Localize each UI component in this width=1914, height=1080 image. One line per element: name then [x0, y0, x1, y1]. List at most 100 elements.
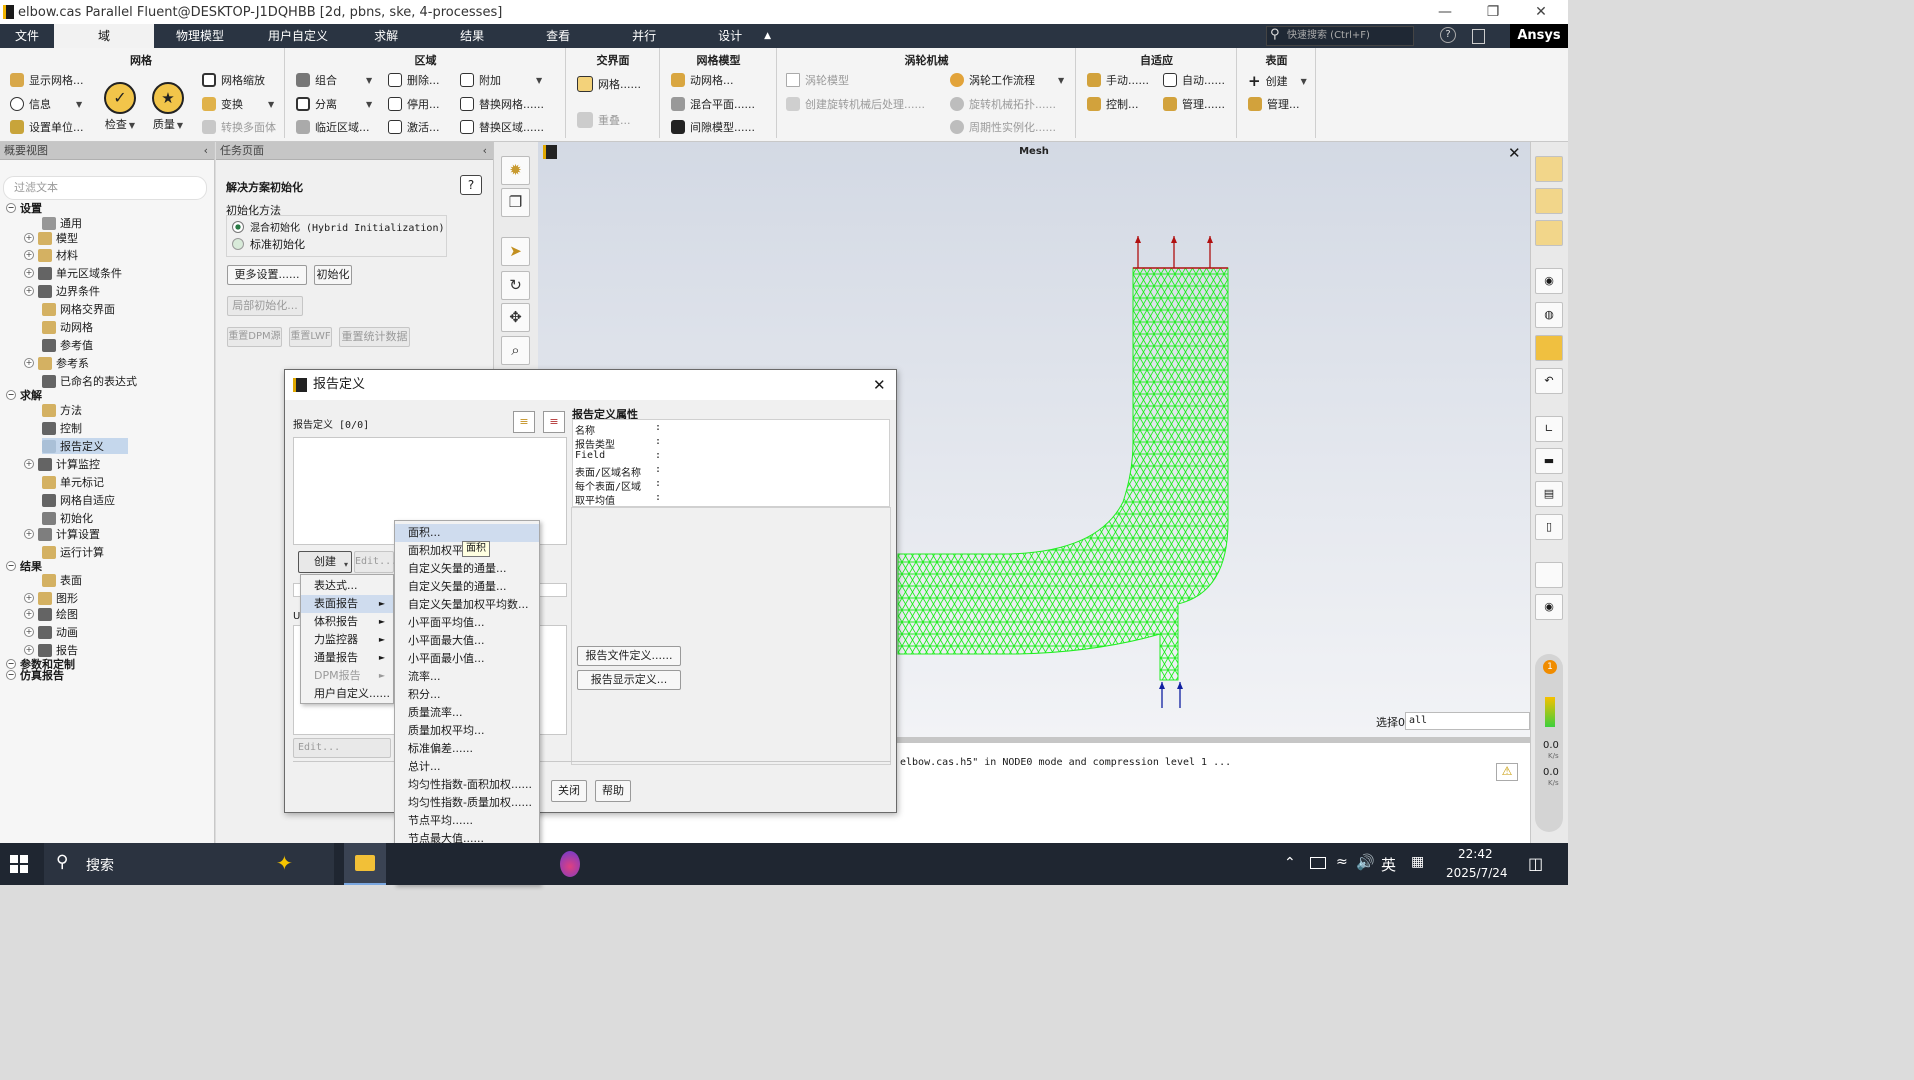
- mixing-plane-button[interactable]: 混合平面......: [671, 96, 755, 112]
- create-button[interactable]: 创建 ▾: [298, 551, 352, 573]
- outline-item-simulation-reports[interactable]: − 仿真报告: [6, 667, 64, 683]
- surface-create-button[interactable]: + 创建 ▼: [1248, 72, 1307, 90]
- delete-zone-button[interactable]: 删除...: [388, 72, 440, 88]
- help-dialog-button[interactable]: 帮助: [595, 780, 631, 802]
- outline-item-graphics[interactable]: + 图形: [24, 590, 78, 606]
- outline-item-initialization[interactable]: 初始化: [42, 510, 93, 526]
- outline-item-cell-zone-conditions[interactable]: + 单元区域条件: [24, 265, 122, 281]
- expand-icon[interactable]: +: [24, 233, 34, 243]
- patch-button[interactable]: 局部初始化...: [227, 296, 303, 316]
- more-settings-button[interactable]: 更多设置......: [227, 265, 307, 285]
- legend-icon[interactable]: ▯: [1535, 514, 1563, 540]
- info-button[interactable]: 信息 ▼: [10, 96, 82, 112]
- append-button[interactable]: 附加 ▼: [460, 72, 542, 88]
- surface-menu-item[interactable]: 节点平均......: [395, 812, 539, 830]
- outline-item-run-calculation[interactable]: 运行计算: [42, 544, 104, 560]
- notifications-icon[interactable]: ◫: [1528, 854, 1543, 873]
- menu-solution[interactable]: 求解: [350, 24, 436, 48]
- surface-menu-item[interactable]: 自定义矢量的通量...: [395, 560, 539, 578]
- initialize-button[interactable]: 初始化: [314, 265, 352, 285]
- minimize-button[interactable]: —: [1422, 2, 1468, 22]
- combine-button[interactable]: 组合 ▼: [296, 72, 372, 88]
- volume-icon[interactable]: 🔊: [1356, 853, 1375, 871]
- expand-icon[interactable]: +: [24, 268, 34, 278]
- expand-icon[interactable]: +: [24, 286, 34, 296]
- create-menu-item-flux-report[interactable]: 通量报告 ►: [301, 649, 393, 667]
- collapse-icon[interactable]: −: [6, 390, 16, 400]
- mesh-display-icon[interactable]: ✹: [501, 156, 530, 185]
- surface-menu-item[interactable]: 质量加权平均...: [395, 722, 539, 740]
- standard-init-radio[interactable]: 标准初始化: [232, 236, 305, 252]
- create-menu-item-user-defined[interactable]: 用户自定义......: [301, 685, 393, 703]
- turbo-model-checkbox[interactable]: 涡轮模型: [786, 72, 849, 88]
- help-button[interactable]: ?: [460, 175, 482, 195]
- check-button[interactable]: ✓ 检查 ▼: [104, 82, 136, 132]
- surface-menu-item[interactable]: 自定义矢量的通量...: [395, 578, 539, 596]
- menu-domain[interactable]: 域: [54, 24, 155, 48]
- reset-statistics-button[interactable]: 重置统计数据: [339, 327, 410, 347]
- windows-start-icon[interactable]: [10, 855, 28, 873]
- expand-icon[interactable]: +: [24, 529, 34, 539]
- surface-menu-item[interactable]: 质量流率...: [395, 704, 539, 722]
- surface-menu-item[interactable]: 总计...: [395, 758, 539, 776]
- menu-file[interactable]: 文件: [0, 24, 54, 48]
- outline-item-reference-frames[interactable]: + 参考系: [24, 355, 89, 371]
- report-file-definitions-button[interactable]: 报告文件定义......: [577, 646, 681, 666]
- expand-icon[interactable]: +: [24, 593, 34, 603]
- expand-icon[interactable]: +: [24, 645, 34, 655]
- outline-item-surfaces[interactable]: 表面: [42, 572, 82, 588]
- hybrid-init-radio[interactable]: 混合初始化 (Hybrid Initialization): [232, 219, 445, 234]
- rotate-icon[interactable]: ↻: [501, 271, 530, 300]
- menu-parallel[interactable]: 并行: [608, 24, 694, 48]
- adapt-controls-button[interactable]: 控制...: [1087, 96, 1139, 112]
- ruler-icon[interactable]: ▬: [1535, 448, 1563, 474]
- select-all-icon[interactable]: ≡: [513, 411, 535, 433]
- outline-item-cell-registers[interactable]: 单元标记: [42, 474, 104, 490]
- surface-manage-button[interactable]: 管理...: [1248, 96, 1300, 112]
- copy-view-icon[interactable]: ❐: [501, 188, 530, 217]
- expand-icon[interactable]: +: [24, 358, 34, 368]
- layers-icon[interactable]: [1535, 335, 1563, 361]
- wifi-icon[interactable]: ≈: [1336, 854, 1348, 870]
- expand-icon[interactable]: +: [24, 609, 34, 619]
- outline-item-monitors[interactable]: + 计算监控: [24, 456, 100, 472]
- battery-icon[interactable]: [1310, 857, 1326, 869]
- surface-menu-item[interactable]: 积分...: [395, 686, 539, 704]
- adapt-auto-button[interactable]: 自动......: [1163, 72, 1225, 88]
- show-mesh-button[interactable]: 显示网格...: [10, 72, 84, 88]
- create-menu-item-force-monitor[interactable]: 力监控器 ►: [301, 631, 393, 649]
- close-window-button[interactable]: ✕: [1518, 2, 1564, 22]
- quick-search-input[interactable]: 快速搜索 (Ctrl+F): [1266, 26, 1414, 46]
- surface-menu-item[interactable]: 自定义矢量加权平均数...: [395, 596, 539, 614]
- adjacency-button[interactable]: 临近区域...: [296, 119, 370, 135]
- turbo-topology-button[interactable]: 旋转机械拓扑......: [950, 96, 1056, 112]
- set-units-button[interactable]: 设置单位...: [10, 119, 84, 135]
- separate-button[interactable]: 分离 ▼: [296, 96, 372, 112]
- transform-button[interactable]: 变换 ▼: [202, 96, 274, 112]
- expand-icon[interactable]: +: [24, 459, 34, 469]
- adapt-manage-button[interactable]: 管理......: [1163, 96, 1225, 112]
- surface-menu-item[interactable]: 小平面最大值...: [395, 632, 539, 650]
- replace-zone-button[interactable]: 替换区域......: [460, 119, 544, 135]
- surface-menu-item[interactable]: 流率...: [395, 668, 539, 686]
- adapt-manual-button[interactable]: 手动......: [1087, 72, 1149, 88]
- outline-item-mesh-adaption[interactable]: 网格自适应: [42, 492, 115, 508]
- clock-time[interactable]: 22:42: [1458, 847, 1493, 861]
- outline-item-methods[interactable]: 方法: [42, 402, 82, 418]
- camera-icon[interactable]: ◉: [1535, 594, 1563, 620]
- expand-icon[interactable]: +: [24, 627, 34, 637]
- file-explorer-taskbar-icon[interactable]: [344, 843, 386, 885]
- filter-text-input[interactable]: 过滤文本: [3, 176, 207, 200]
- outline-item-plots[interactable]: + 绘图: [24, 606, 78, 622]
- surface-menu-item[interactable]: 小平面最小值...: [395, 650, 539, 668]
- edit-button[interactable]: Edit...: [354, 551, 397, 573]
- menu-physics[interactable]: 物理模型: [154, 24, 246, 48]
- selection-input[interactable]: all: [1405, 712, 1530, 730]
- clock-date[interactable]: 2025/7/24: [1446, 866, 1508, 880]
- outline-item-reference-values[interactable]: 参考值: [42, 337, 93, 353]
- eye-icon[interactable]: ◉: [1535, 268, 1563, 294]
- view-side-icon[interactable]: [1535, 188, 1563, 214]
- create-menu-item-surface-report[interactable]: 表面报告 ►: [301, 595, 393, 613]
- chevron-up-icon[interactable]: ⌃: [1284, 855, 1296, 871]
- reset-dpm-button[interactable]: 重置DPM源: [227, 327, 282, 347]
